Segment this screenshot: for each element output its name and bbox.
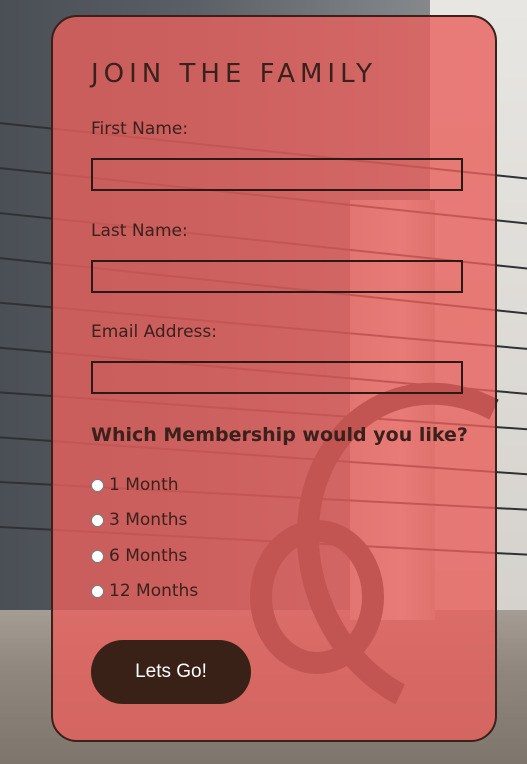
membership-option-1-month[interactable]: 1 Month [91, 474, 179, 496]
membership-option-3-months[interactable]: 3 Months [91, 509, 187, 531]
membership-option-6-months[interactable]: 6 Months [91, 545, 187, 567]
membership-option-12-months[interactable]: 12 Months [91, 580, 198, 602]
radio-button[interactable] [91, 549, 104, 563]
membership-option-label: 6 Months [109, 546, 188, 566]
lets-go-button[interactable]: Lets Go! [91, 640, 251, 704]
first-name-input[interactable] [91, 158, 463, 191]
form-title: JOIN THE FAMILY [91, 59, 378, 89]
signup-form: JOIN THE FAMILY First Name: Last Name: E… [51, 15, 497, 742]
email-address-input[interactable] [91, 361, 463, 394]
membership-option-label: 3 Months [109, 510, 188, 530]
email-address-label: Email Address: [91, 322, 217, 342]
membership-option-label: 1 Month [109, 475, 179, 495]
radio-button[interactable] [91, 584, 104, 598]
last-name-label: Last Name: [91, 221, 188, 241]
membership-option-label: 12 Months [109, 581, 199, 601]
first-name-label: First Name: [91, 119, 189, 139]
radio-button[interactable] [91, 478, 104, 492]
radio-button[interactable] [91, 513, 104, 527]
membership-question: Which Membership would you like? [91, 424, 468, 446]
last-name-input[interactable] [91, 260, 463, 293]
